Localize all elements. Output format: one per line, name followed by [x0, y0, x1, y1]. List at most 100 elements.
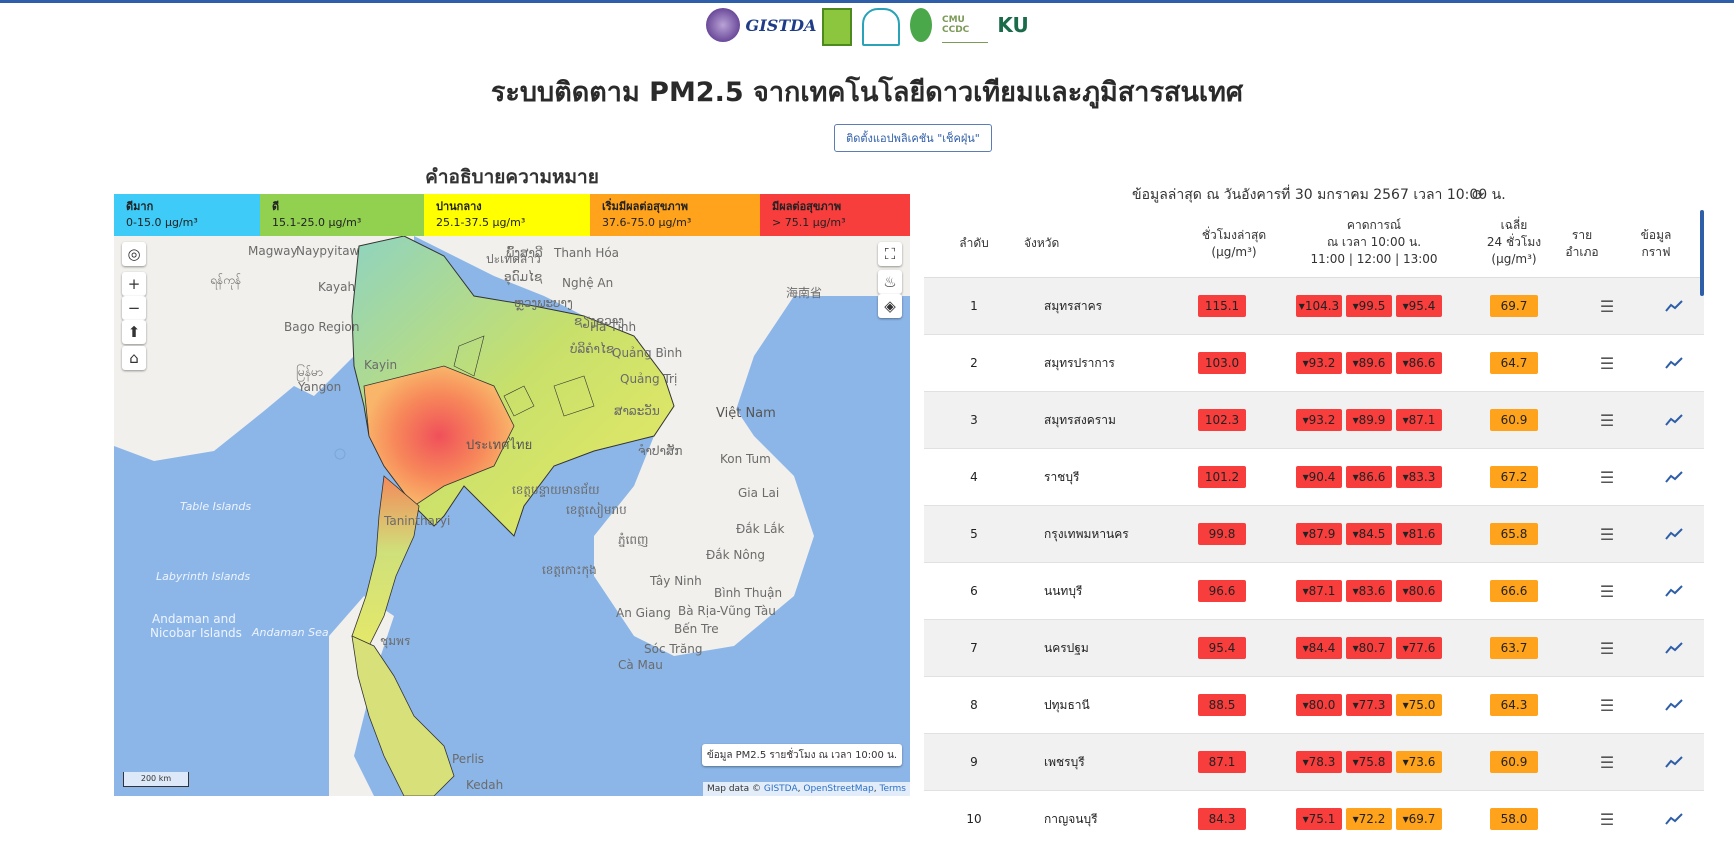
province-cell[interactable]: สมุทรสงคราม — [1044, 392, 1184, 448]
rank-cell: 1 — [970, 299, 978, 313]
district-list-icon[interactable]: ☰ — [1595, 335, 1619, 391]
forecast-badge: ▾75.1 — [1296, 808, 1342, 830]
legend-sensitive: เริ่มมีผลต่อสุขภาพ 37.6-75.0 µg/m³ — [590, 194, 760, 236]
trend-chart-icon[interactable] — [1662, 620, 1686, 676]
map-label: ຊຽງຂວາງ — [574, 314, 624, 328]
trend-chart-icon[interactable] — [1662, 791, 1686, 836]
trend-chart-icon[interactable] — [1662, 677, 1686, 733]
forecast-badge: ▾93.2 — [1296, 352, 1342, 374]
map-label: ຈຳປາສັກ — [638, 444, 683, 458]
avg-pm25-badge: 64.7 — [1490, 352, 1538, 374]
map-canvas — [114, 236, 910, 796]
refresh-icon[interactable]: ⟳ — [1472, 186, 1485, 204]
legend-label: ปานกลาง — [436, 200, 482, 213]
forecast-badge: ▾75.0 — [1396, 694, 1442, 716]
tree-logo — [910, 8, 932, 42]
map-label: ບໍລິຄໍາໄຊ — [570, 342, 615, 356]
table-row: 10 กาญจนบุรี 84.3 ▾75.1 ▾72.2 ▾69.7 58.0 ☰ — [924, 791, 1704, 836]
arch-logo — [862, 8, 900, 46]
legend-range: 15.1-25.0 µg/m³ — [272, 216, 362, 229]
install-app-button[interactable]: ติดตั้งแอปพลิเคชัน "เช็คฝุ่น" — [834, 124, 992, 152]
header-district-line2: อำเภอ — [1565, 245, 1599, 259]
forecast-badge: ▾95.4 — [1396, 295, 1442, 317]
aqi-legend: ดีมาก 0-15.0 µg/m³ ดี 15.1-25.0 µg/m³ ปา… — [114, 194, 910, 236]
map-label: 海南省 — [786, 286, 823, 300]
forecast-badge: ▾87.9 — [1296, 523, 1342, 545]
forecast-badge: ▾75.8 — [1346, 751, 1392, 773]
province-cell[interactable]: ราชบุรี — [1044, 449, 1184, 505]
map-label: Việt Nam — [716, 406, 776, 421]
layers-icon[interactable]: ◈ — [878, 294, 902, 318]
district-list-icon[interactable]: ☰ — [1595, 677, 1619, 733]
home-icon[interactable]: ⌂ — [122, 346, 146, 370]
zoom-in-button[interactable]: + — [122, 272, 146, 296]
forecast-badge: ▾80.6 — [1396, 580, 1442, 602]
gistda-link[interactable]: GISTDA — [764, 784, 798, 794]
district-list-icon[interactable]: ☰ — [1595, 620, 1619, 676]
osm-link[interactable]: OpenStreetMap — [803, 784, 873, 794]
trend-chart-icon[interactable] — [1662, 563, 1686, 619]
avg-pm25-badge: 69.7 — [1490, 295, 1538, 317]
province-cell[interactable]: กรุงเทพมหานคร — [1044, 506, 1184, 562]
header-graph-line1: ข้อมูล — [1640, 228, 1672, 242]
district-list-icon[interactable]: ☰ — [1595, 278, 1619, 334]
legend-range: 25.1-37.5 µg/m³ — [436, 216, 526, 229]
table-row: 4 ราชบุรี 101.2 ▾90.4 ▾86.6 ▾83.3 67.2 ☰ — [924, 449, 1704, 506]
map-label: An Giang — [616, 606, 671, 620]
table-row: 7 นครปฐม 95.4 ▾84.4 ▾80.7 ▾77.6 63.7 ☰ — [924, 620, 1704, 677]
forecast-cell: ▾87.9 ▾84.5 ▾81.6 — [1296, 506, 1456, 562]
province-cell[interactable]: เพชรบุรี — [1044, 734, 1184, 790]
map-label: Tanintharyi — [384, 514, 451, 528]
province-cell[interactable]: นครปฐม — [1044, 620, 1184, 676]
district-list-icon[interactable]: ☰ — [1595, 449, 1619, 505]
table-body: 1 สมุทรสาคร 115.1 ▾104.3 ▾99.5 ▾95.4 69.7 ☰ 2 สมุ… — [924, 278, 1704, 836]
province-cell[interactable]: สมุทรสาคร — [1044, 278, 1184, 334]
trend-chart-icon[interactable] — [1662, 506, 1686, 562]
table-scrollbar[interactable] — [1700, 210, 1704, 296]
trend-chart-icon[interactable] — [1662, 449, 1686, 505]
trend-chart-icon[interactable] — [1662, 392, 1686, 448]
forecast-cell: ▾90.4 ▾86.6 ▾83.3 — [1296, 449, 1456, 505]
forecast-badge: ▾80.7 — [1346, 637, 1392, 659]
rank-cell: 9 — [970, 755, 978, 769]
table-row: 6 นนทบุรี 96.6 ▾87.1 ▾83.6 ▾80.6 66.6 ☰ — [924, 563, 1704, 620]
terms-link[interactable]: Terms — [879, 784, 906, 794]
fullscreen-icon[interactable]: ⛶ — [878, 242, 902, 266]
rank-cell: 8 — [970, 698, 978, 712]
province-cell[interactable]: สมุทรปราการ — [1044, 335, 1184, 391]
map-label: Nghệ An — [562, 276, 614, 290]
zoom-out-button[interactable]: − — [122, 296, 146, 320]
district-list-icon[interactable]: ☰ — [1595, 563, 1619, 619]
compass-icon[interactable]: ⬆ — [122, 320, 146, 344]
avg-pm25-badge: 58.0 — [1490, 808, 1538, 830]
forecast-badge: ▾87.1 — [1396, 409, 1442, 431]
pm25-map[interactable]: ◎ + − ⬆ ⌂ ⛶ ♨ ◈ Magway Naypyitaw ရန်ကုန်… — [114, 236, 910, 796]
map-scale: 200 km — [123, 772, 189, 787]
map-label: Bà Rịa-Vũng Tàu — [678, 604, 776, 618]
pm25-ranking-table: ลำดับ จังหวัด ชั่วโมงล่าสุด (µg/m³) คาดก… — [924, 209, 1704, 836]
trend-chart-icon[interactable] — [1662, 734, 1686, 790]
province-cell[interactable]: นนทบุรี — [1044, 563, 1184, 619]
map-label: ភ្នំពេញ — [618, 533, 649, 547]
gistda-logo: GISTDA — [745, 15, 817, 35]
district-list-icon[interactable]: ☰ — [1595, 734, 1619, 790]
district-list-icon[interactable]: ☰ — [1595, 506, 1619, 562]
locate-icon[interactable]: ◎ — [122, 242, 146, 266]
latest-pm25-badge: 102.3 — [1198, 409, 1246, 431]
trend-chart-icon[interactable] — [1662, 278, 1686, 334]
fire-icon[interactable]: ♨ — [878, 270, 902, 294]
table-row: 1 สมุทรสาคร 115.1 ▾104.3 ▾99.5 ▾95.4 69.7 ☰ — [924, 278, 1704, 335]
header-forecast: คาดการณ์ ณ เวลา 10:00 น. 11:00 | 12:00 |… — [1294, 217, 1454, 268]
trend-chart-icon[interactable] — [1662, 335, 1686, 391]
district-list-icon[interactable]: ☰ — [1595, 791, 1619, 836]
province-cell[interactable]: กาญจนบุรี — [1044, 791, 1184, 836]
map-label: ខេត្តបន្ទាយមានជ័យ — [512, 483, 600, 497]
forecast-badge: ▾99.5 — [1346, 295, 1392, 317]
district-list-icon[interactable]: ☰ — [1595, 392, 1619, 448]
square-logo — [822, 8, 852, 46]
province-cell[interactable]: ปทุมธานี — [1044, 677, 1184, 733]
thailand-south-lower — [351, 635, 455, 796]
map-label: Kayah — [318, 280, 356, 294]
map-label: Gia Lai — [738, 486, 780, 500]
latest-pm25-badge: 99.8 — [1198, 523, 1246, 545]
